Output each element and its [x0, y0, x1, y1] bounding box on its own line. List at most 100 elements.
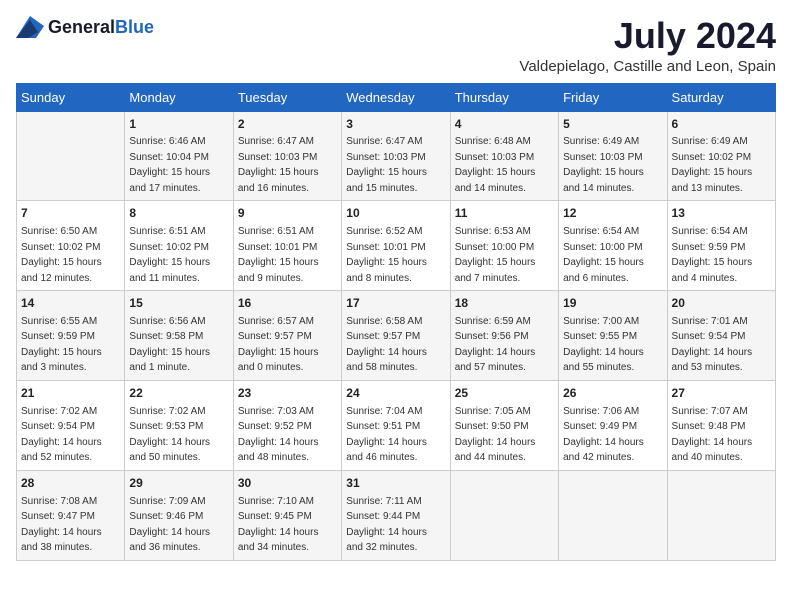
day-info: Sunrise: 6:52 AMSunset: 10:01 PMDaylight…	[346, 226, 427, 284]
logo-text: GeneralBlue	[48, 17, 154, 38]
day-info: Sunrise: 7:04 AMSunset: 9:51 PMDaylight:…	[346, 406, 427, 464]
day-number: 15	[129, 295, 228, 312]
calendar-body: 1 Sunrise: 6:46 AMSunset: 10:04 PMDaylig…	[17, 111, 776, 560]
cell-1-0: 7 Sunrise: 6:50 AMSunset: 10:02 PMDaylig…	[17, 201, 125, 291]
day-info: Sunrise: 7:08 AMSunset: 9:47 PMDaylight:…	[21, 496, 102, 554]
title-block: July 2024 Valdepielago, Castille and Leo…	[519, 16, 776, 75]
calendar-table: Sunday Monday Tuesday Wednesday Thursday…	[16, 83, 776, 561]
day-info: Sunrise: 6:54 AMSunset: 10:00 PMDaylight…	[563, 226, 644, 284]
day-info: Sunrise: 6:51 AMSunset: 10:01 PMDaylight…	[238, 226, 319, 284]
header-saturday: Saturday	[667, 83, 775, 111]
logo-blue: Blue	[115, 17, 154, 37]
cell-0-4: 4 Sunrise: 6:48 AMSunset: 10:03 PMDaylig…	[450, 111, 558, 201]
cell-2-5: 19 Sunrise: 7:00 AMSunset: 9:55 PMDaylig…	[559, 291, 667, 381]
day-info: Sunrise: 7:01 AMSunset: 9:54 PMDaylight:…	[672, 316, 753, 374]
week-row-3: 21 Sunrise: 7:02 AMSunset: 9:54 PMDaylig…	[17, 380, 776, 470]
cell-4-2: 30 Sunrise: 7:10 AMSunset: 9:45 PMDaylig…	[233, 470, 341, 560]
cell-2-1: 15 Sunrise: 6:56 AMSunset: 9:58 PMDaylig…	[125, 291, 233, 381]
cell-0-3: 3 Sunrise: 6:47 AMSunset: 10:03 PMDaylig…	[342, 111, 450, 201]
cell-0-6: 6 Sunrise: 6:49 AMSunset: 10:02 PMDaylig…	[667, 111, 775, 201]
location: Valdepielago, Castille and Leon, Spain	[519, 58, 776, 75]
cell-1-3: 10 Sunrise: 6:52 AMSunset: 10:01 PMDayli…	[342, 201, 450, 291]
header-friday: Friday	[559, 83, 667, 111]
cell-4-5	[559, 470, 667, 560]
cell-3-6: 27 Sunrise: 7:07 AMSunset: 9:48 PMDaylig…	[667, 380, 775, 470]
week-row-0: 1 Sunrise: 6:46 AMSunset: 10:04 PMDaylig…	[17, 111, 776, 201]
cell-4-4	[450, 470, 558, 560]
cell-2-3: 17 Sunrise: 6:58 AMSunset: 9:57 PMDaylig…	[342, 291, 450, 381]
day-number: 19	[563, 295, 662, 312]
day-info: Sunrise: 7:10 AMSunset: 9:45 PMDaylight:…	[238, 496, 319, 554]
day-info: Sunrise: 6:47 AMSunset: 10:03 PMDaylight…	[238, 136, 319, 194]
day-info: Sunrise: 7:06 AMSunset: 9:49 PMDaylight:…	[563, 406, 644, 464]
page-header: GeneralBlue July 2024 Valdepielago, Cast…	[16, 16, 776, 75]
week-row-2: 14 Sunrise: 6:55 AMSunset: 9:59 PMDaylig…	[17, 291, 776, 381]
cell-4-1: 29 Sunrise: 7:09 AMSunset: 9:46 PMDaylig…	[125, 470, 233, 560]
day-info: Sunrise: 6:56 AMSunset: 9:58 PMDaylight:…	[129, 316, 210, 374]
cell-1-1: 8 Sunrise: 6:51 AMSunset: 10:02 PMDaylig…	[125, 201, 233, 291]
day-info: Sunrise: 7:02 AMSunset: 9:54 PMDaylight:…	[21, 406, 102, 464]
cell-2-4: 18 Sunrise: 6:59 AMSunset: 9:56 PMDaylig…	[450, 291, 558, 381]
week-row-4: 28 Sunrise: 7:08 AMSunset: 9:47 PMDaylig…	[17, 470, 776, 560]
header-monday: Monday	[125, 83, 233, 111]
cell-2-6: 20 Sunrise: 7:01 AMSunset: 9:54 PMDaylig…	[667, 291, 775, 381]
day-number: 22	[129, 385, 228, 402]
day-info: Sunrise: 6:58 AMSunset: 9:57 PMDaylight:…	[346, 316, 427, 374]
logo-icon	[16, 16, 44, 38]
header-wednesday: Wednesday	[342, 83, 450, 111]
day-number: 25	[455, 385, 554, 402]
calendar-header: Sunday Monday Tuesday Wednesday Thursday…	[17, 83, 776, 111]
header-tuesday: Tuesday	[233, 83, 341, 111]
header-thursday: Thursday	[450, 83, 558, 111]
day-number: 23	[238, 385, 337, 402]
cell-0-0	[17, 111, 125, 201]
day-info: Sunrise: 7:07 AMSunset: 9:48 PMDaylight:…	[672, 406, 753, 464]
day-number: 17	[346, 295, 445, 312]
day-number: 4	[455, 116, 554, 133]
day-number: 8	[129, 205, 228, 222]
day-number: 13	[672, 205, 771, 222]
cell-3-4: 25 Sunrise: 7:05 AMSunset: 9:50 PMDaylig…	[450, 380, 558, 470]
cell-3-1: 22 Sunrise: 7:02 AMSunset: 9:53 PMDaylig…	[125, 380, 233, 470]
day-number: 11	[455, 205, 554, 222]
day-number: 7	[21, 205, 120, 222]
cell-3-0: 21 Sunrise: 7:02 AMSunset: 9:54 PMDaylig…	[17, 380, 125, 470]
day-info: Sunrise: 7:00 AMSunset: 9:55 PMDaylight:…	[563, 316, 644, 374]
day-info: Sunrise: 6:57 AMSunset: 9:57 PMDaylight:…	[238, 316, 319, 374]
day-number: 24	[346, 385, 445, 402]
day-info: Sunrise: 6:51 AMSunset: 10:02 PMDaylight…	[129, 226, 210, 284]
logo-general: General	[48, 17, 115, 37]
day-info: Sunrise: 7:11 AMSunset: 9:44 PMDaylight:…	[346, 496, 427, 554]
day-info: Sunrise: 6:46 AMSunset: 10:04 PMDaylight…	[129, 136, 210, 194]
cell-4-0: 28 Sunrise: 7:08 AMSunset: 9:47 PMDaylig…	[17, 470, 125, 560]
week-row-1: 7 Sunrise: 6:50 AMSunset: 10:02 PMDaylig…	[17, 201, 776, 291]
day-number: 1	[129, 116, 228, 133]
day-info: Sunrise: 6:47 AMSunset: 10:03 PMDaylight…	[346, 136, 427, 194]
cell-2-0: 14 Sunrise: 6:55 AMSunset: 9:59 PMDaylig…	[17, 291, 125, 381]
day-info: Sunrise: 6:54 AMSunset: 9:59 PMDaylight:…	[672, 226, 753, 284]
day-info: Sunrise: 6:48 AMSunset: 10:03 PMDaylight…	[455, 136, 536, 194]
day-info: Sunrise: 6:49 AMSunset: 10:02 PMDaylight…	[672, 136, 753, 194]
day-number: 2	[238, 116, 337, 133]
day-number: 3	[346, 116, 445, 133]
month-year: July 2024	[519, 16, 776, 56]
cell-3-3: 24 Sunrise: 7:04 AMSunset: 9:51 PMDaylig…	[342, 380, 450, 470]
cell-2-2: 16 Sunrise: 6:57 AMSunset: 9:57 PMDaylig…	[233, 291, 341, 381]
day-number: 27	[672, 385, 771, 402]
day-number: 14	[21, 295, 120, 312]
logo: GeneralBlue	[16, 16, 154, 38]
cell-0-1: 1 Sunrise: 6:46 AMSunset: 10:04 PMDaylig…	[125, 111, 233, 201]
cell-4-3: 31 Sunrise: 7:11 AMSunset: 9:44 PMDaylig…	[342, 470, 450, 560]
cell-3-2: 23 Sunrise: 7:03 AMSunset: 9:52 PMDaylig…	[233, 380, 341, 470]
cell-0-2: 2 Sunrise: 6:47 AMSunset: 10:03 PMDaylig…	[233, 111, 341, 201]
day-number: 10	[346, 205, 445, 222]
day-number: 9	[238, 205, 337, 222]
day-number: 29	[129, 475, 228, 492]
header-sunday: Sunday	[17, 83, 125, 111]
day-number: 21	[21, 385, 120, 402]
day-info: Sunrise: 7:09 AMSunset: 9:46 PMDaylight:…	[129, 496, 210, 554]
cell-1-6: 13 Sunrise: 6:54 AMSunset: 9:59 PMDaylig…	[667, 201, 775, 291]
cell-3-5: 26 Sunrise: 7:06 AMSunset: 9:49 PMDaylig…	[559, 380, 667, 470]
day-number: 18	[455, 295, 554, 312]
day-info: Sunrise: 6:55 AMSunset: 9:59 PMDaylight:…	[21, 316, 102, 374]
